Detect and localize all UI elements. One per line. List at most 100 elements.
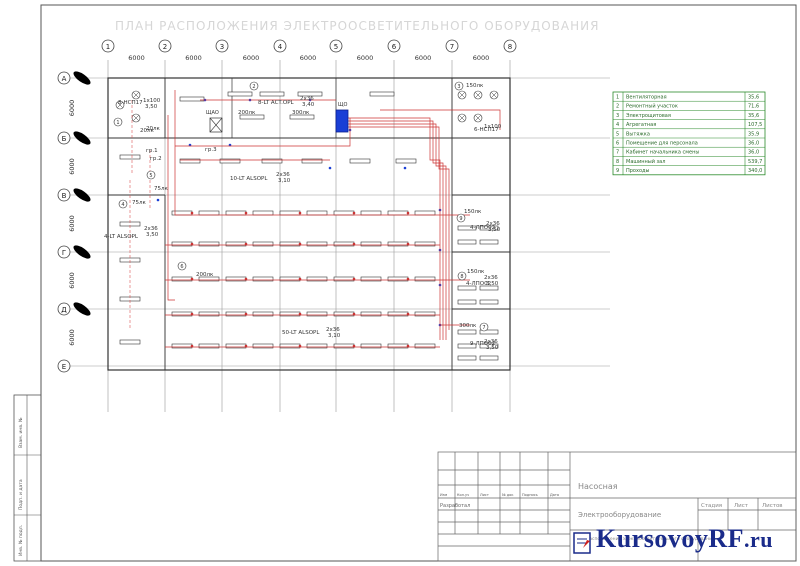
annotation-l13: 4-LT ALSOPL [104, 234, 139, 240]
luminaire [171, 276, 193, 282]
annotation-l24: 150лк [467, 269, 485, 275]
annotation-l23: 3,50 [486, 281, 499, 287]
room-num: 2 [616, 104, 619, 110]
room-name: Вентиляторная [626, 95, 667, 101]
room-area: 107,5 [748, 122, 762, 128]
dim-row: 6000 [68, 272, 76, 289]
lighting-panel [335, 109, 349, 133]
annotation-l27: 3,10 [328, 333, 341, 339]
luminaire [225, 241, 247, 247]
luminaire [171, 241, 193, 247]
annotation-l40: гр.2 [150, 156, 162, 162]
luminaire [414, 343, 436, 349]
room-name: Вытяжка [626, 131, 650, 137]
stamp-developed: Разработал [440, 503, 470, 509]
luminaire [252, 311, 274, 317]
room-num: 4 [616, 122, 619, 128]
panel-label: ЩО [338, 102, 347, 108]
annotation-l9: 300лк [292, 110, 310, 116]
dim-col: 6000 [473, 54, 490, 62]
luminaire [252, 343, 274, 349]
stamp-project-name: Насосная [578, 482, 618, 491]
junction-dot [328, 166, 332, 170]
luminaire [219, 158, 241, 164]
room-area: 71,6 [748, 104, 759, 110]
luminaire [306, 241, 328, 247]
annotation-l19: 3,50 [488, 227, 501, 233]
luminaire [360, 311, 382, 317]
annotation-l15: 3,50 [146, 232, 159, 238]
luminaire [306, 276, 328, 282]
row-marker-label: В [62, 192, 67, 200]
col-marker-label: 7 [450, 43, 454, 51]
luminaire [387, 210, 409, 216]
room-marker-label: 4 [121, 202, 124, 208]
room-name: Машинный зал [626, 158, 665, 165]
stamp-col-header: Кол.уч [457, 493, 469, 497]
luminaire [306, 210, 328, 216]
row-marker-label: Д [61, 306, 67, 314]
stamp-stage: Стадия [701, 503, 722, 509]
luminaire [414, 276, 436, 282]
luminaire [414, 241, 436, 247]
junction-dot [190, 211, 194, 215]
dim-col: 6000 [357, 54, 374, 62]
luminaire [198, 343, 220, 349]
drawing-title: ПЛАН РАСПОЛОЖЕНИЯ ЭЛЕКТРООСВЕТИТЕЛЬНОГО … [115, 19, 599, 33]
stamp-subtitle: Электрооборудование [578, 511, 661, 519]
room-name: Агрегатная [626, 122, 656, 128]
room-num: 9 [616, 168, 619, 174]
junction-dot [403, 166, 407, 170]
row-marker-label: А [62, 75, 67, 83]
luminaire [457, 299, 477, 305]
luminaire [119, 339, 141, 345]
annotation-l12: 3,10 [278, 178, 291, 184]
floor-plan-drawing: ПЛАН РАСПОЛОЖЕНИЯ ЭЛЕКТРООСВЕТИТЕЛЬНОГО … [13, 4, 797, 562]
sheet-frame [40, 4, 797, 562]
luminaire [414, 210, 436, 216]
row-marker-label: Б [62, 135, 67, 143]
stamp-sheet: Лист [734, 503, 749, 509]
stamp-col-header: № док [502, 493, 513, 497]
luminaire [360, 241, 382, 247]
annotation-l16: 75лк [132, 200, 147, 206]
annotation-l33: 150лк [466, 83, 484, 89]
luminaire [119, 154, 141, 160]
dim-row: 6000 [68, 329, 76, 346]
luminaire [225, 210, 247, 216]
luminaire [479, 239, 499, 245]
room-area: 35,6 [748, 113, 759, 119]
row-marker-label: Е [62, 363, 66, 371]
luminaire [252, 276, 274, 282]
annotation-l28: 200лк [196, 272, 214, 278]
annotation-l25: 50-LT ALSOPL [282, 330, 320, 336]
room-marker-label: 3 [457, 84, 460, 90]
room-marker-label: 7 [482, 325, 485, 331]
luminaire [179, 96, 205, 102]
luminaire [279, 210, 301, 216]
luminaire [387, 311, 409, 317]
watermark: KursovoyRF.ru [596, 524, 773, 554]
luminaire [252, 210, 274, 216]
annotation-l7: 3,40 [302, 102, 315, 108]
luminaire [479, 299, 499, 305]
luminaire [360, 210, 382, 216]
room-num: 1 [616, 95, 619, 101]
col-marker-label: 4 [278, 43, 283, 51]
stamp-col-header: Дата [550, 493, 559, 497]
room-area: 35,6 [748, 95, 759, 101]
luminaire [457, 355, 477, 361]
annotations: 8-НСП17 1х1003,5020лк20лк8-LT ACT.OPL2х36… [104, 83, 502, 351]
luminaire [225, 276, 247, 282]
watermark-logo-icon [573, 532, 591, 554]
annotation-l20: 150лк [464, 209, 482, 215]
annotation-l10: 10-LT ALSOPL [230, 176, 268, 182]
luminaire [306, 343, 328, 349]
side-stamp-3: Взам. инв. № [18, 417, 24, 448]
annotation-l38: гр.3 [205, 147, 217, 153]
room-number-markers: 1 2 3 4 5 6 7 8 9 [113, 81, 489, 332]
junction-dot [406, 211, 410, 215]
luminaire [333, 241, 355, 247]
room-name: Кабинет начальника смены [626, 150, 699, 156]
room-num: 5 [616, 131, 619, 137]
